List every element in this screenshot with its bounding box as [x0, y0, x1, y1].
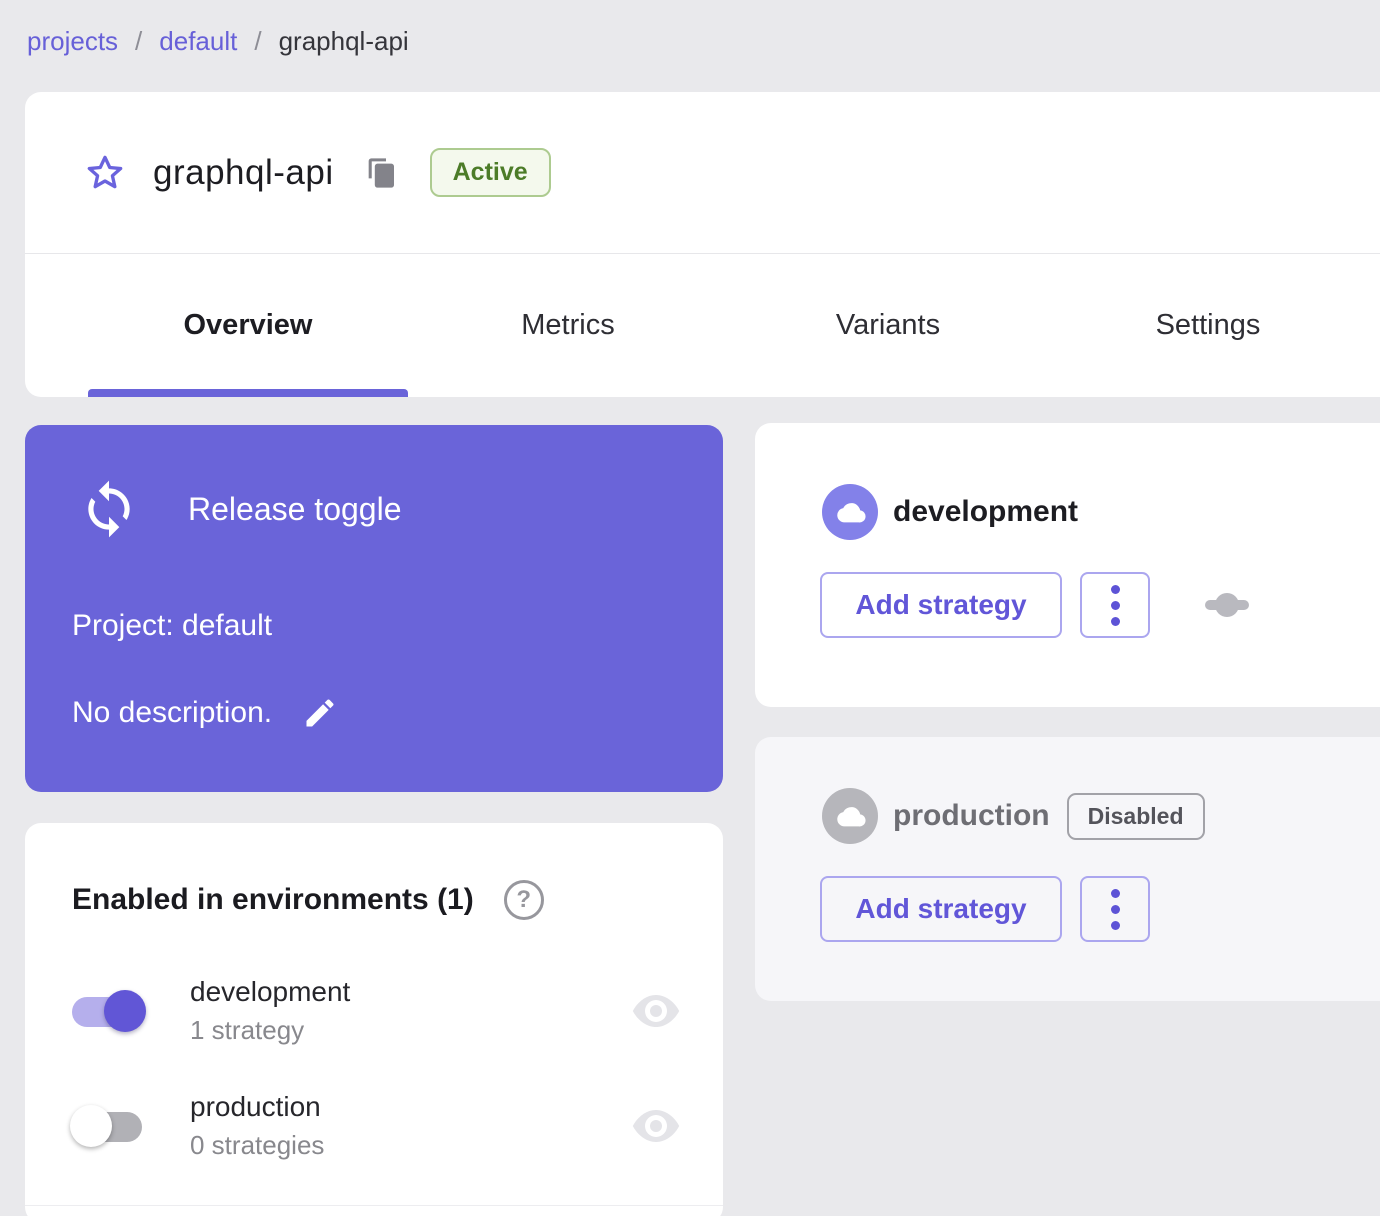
breadcrumb-separator: / [254, 26, 262, 56]
enabled-environments-title: Enabled in environments (1) [72, 883, 474, 916]
environment-row-text: development 1 strategy [190, 976, 632, 1046]
feature-header-row: graphql-api Active [25, 92, 1380, 253]
active-tab-indicator [88, 389, 408, 397]
enabled-environments-card: Enabled in environments (1) ? developmen… [25, 823, 723, 1216]
tab-bar: Overview Metrics Variants Settings [88, 254, 1368, 397]
toggle-description: No description. [72, 696, 273, 729]
cloud-icon [822, 788, 878, 844]
tab-metrics-label: Metrics [521, 309, 615, 341]
environment-header: development [822, 484, 1078, 540]
environment-actions: Add strategy [820, 876, 1150, 942]
tab-overview[interactable]: Overview [88, 254, 408, 397]
rollout-strategy-icon [1205, 592, 1249, 618]
toggle-type-label: Release toggle [188, 490, 402, 527]
feature-toggle-page: projects / default / graphql-api graphql… [0, 0, 1380, 1216]
toggle-type-header: Release toggle [78, 478, 401, 540]
environment-card-development: development Add strategy [755, 423, 1380, 707]
breadcrumb-link-projects[interactable]: projects [27, 26, 118, 57]
list-divider [25, 1205, 723, 1206]
tab-settings-label: Settings [1155, 309, 1261, 341]
tab-metrics[interactable]: Metrics [408, 254, 728, 397]
copy-icon[interactable] [366, 157, 398, 189]
toggle-description-row: No description. [72, 695, 338, 731]
environment-row-name: development [190, 976, 351, 1007]
environment-name: production [893, 799, 1050, 832]
add-strategy-button[interactable]: Add strategy [820, 876, 1062, 942]
kebab-menu-icon[interactable] [1080, 572, 1150, 638]
breadcrumb-link-default[interactable]: default [159, 26, 237, 57]
environment-strategy-count: 1 strategy [190, 1015, 305, 1045]
environment-name: development [893, 495, 1079, 528]
toggle-type-card: Release toggle Project: default No descr… [25, 425, 723, 792]
feature-header-card: graphql-api Active Overview Metrics Vari… [25, 92, 1380, 397]
tab-variants-label: Variants [835, 309, 941, 341]
environment-row-development: development 1 strategy [70, 971, 690, 1051]
environment-toggle-production[interactable] [70, 1104, 146, 1148]
eye-icon[interactable] [632, 994, 680, 1028]
edit-pencil-icon[interactable] [302, 695, 338, 731]
tab-variants[interactable]: Variants [728, 254, 1048, 397]
tab-settings[interactable]: Settings [1048, 254, 1368, 397]
breadcrumb-separator: / [135, 26, 143, 56]
environment-row-text: production 0 strategies [190, 1091, 632, 1161]
enabled-environments-header: Enabled in environments (1) ? [72, 880, 544, 920]
add-strategy-button[interactable]: Add strategy [820, 572, 1062, 638]
eye-icon[interactable] [632, 1109, 680, 1143]
breadcrumb: projects / default / graphql-api [27, 26, 409, 57]
environment-row-production: production 0 strategies [70, 1086, 690, 1166]
tab-overview-label: Overview [183, 309, 313, 341]
status-badge: Active [429, 148, 551, 197]
toggle-project-label: Project: default [72, 609, 273, 642]
environment-card-production: production Disabled Add strategy [755, 737, 1380, 1001]
breadcrumb-current: graphql-api [278, 26, 409, 56]
cloud-icon [822, 484, 878, 540]
environment-toggle-development[interactable] [70, 989, 146, 1033]
environment-actions: Add strategy [820, 572, 1249, 638]
environment-header: production Disabled [822, 788, 1205, 844]
page-title: graphql-api [153, 152, 334, 192]
help-icon[interactable]: ? [503, 880, 544, 920]
environment-strategy-count: 0 strategies [190, 1130, 325, 1160]
environment-row-name: production [190, 1091, 321, 1122]
loop-icon [88, 480, 130, 538]
kebab-menu-icon[interactable] [1080, 876, 1150, 942]
disabled-badge: Disabled [1066, 792, 1205, 840]
favorite-star-icon[interactable] [85, 153, 125, 193]
